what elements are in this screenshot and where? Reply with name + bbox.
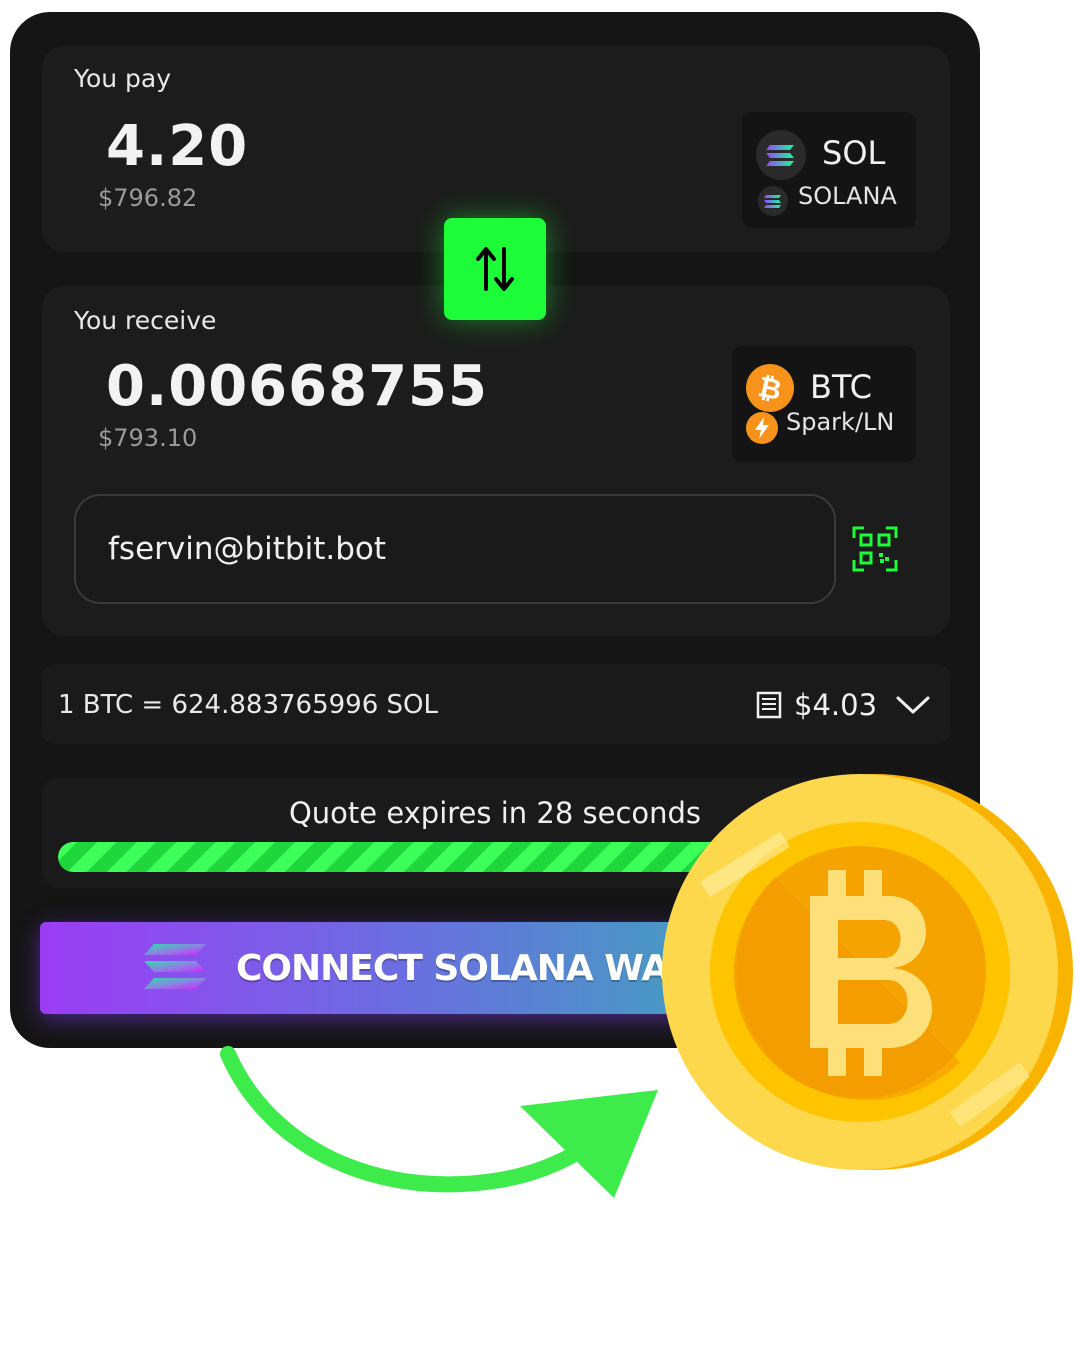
qr-scan-icon [852,526,898,572]
receive-label: You receive [74,306,217,335]
solana-network-icon [758,186,788,216]
pay-token-selector[interactable]: SOL SOLANA [742,112,916,228]
fee-amount: $4.03 [794,688,878,722]
receive-usd-value: $793.10 [98,424,198,452]
pay-token-symbol: SOL [822,134,886,172]
fee-details-toggle[interactable]: $4.03 [756,688,931,722]
receipt-icon [756,691,782,719]
green-curved-arrow-icon [220,1046,658,1198]
svg-text:₿: ₿ [755,370,784,407]
pay-amount-input[interactable]: 4.20 [106,114,248,179]
receive-amount: 0.00668755 [106,354,488,419]
pay-usd-value: $796.82 [98,184,198,212]
qr-scan-button[interactable] [852,526,898,572]
quote-expiry-text: Quote expires in 28 seconds [288,796,702,830]
exchange-rate: 1 BTC = 624.883765996 SOL [58,690,438,720]
solana-logo-icon [144,944,206,989]
receive-network-label: Spark/LN [786,408,895,436]
quote-progress-fill [58,842,761,872]
bitcoin-coin-icon [662,774,1073,1170]
bitcoin-icon: ₿ [746,364,794,412]
lightning-icon [746,412,778,444]
connect-wallet-label: CONNECT SOLANA WA [236,948,669,989]
solana-icon [756,130,806,180]
pay-network-label: SOLANA [798,182,897,210]
receive-token-selector[interactable]: ₿ BTC Spark/LN [732,346,916,462]
destination-address-input[interactable]: fservin@bitbit.bot [74,494,836,604]
swap-direction-button[interactable] [444,218,546,320]
swap-arrows-icon [476,247,514,291]
chevron-down-icon [896,696,930,714]
pay-label: You pay [74,64,172,93]
receive-token-symbol: BTC [810,368,872,406]
